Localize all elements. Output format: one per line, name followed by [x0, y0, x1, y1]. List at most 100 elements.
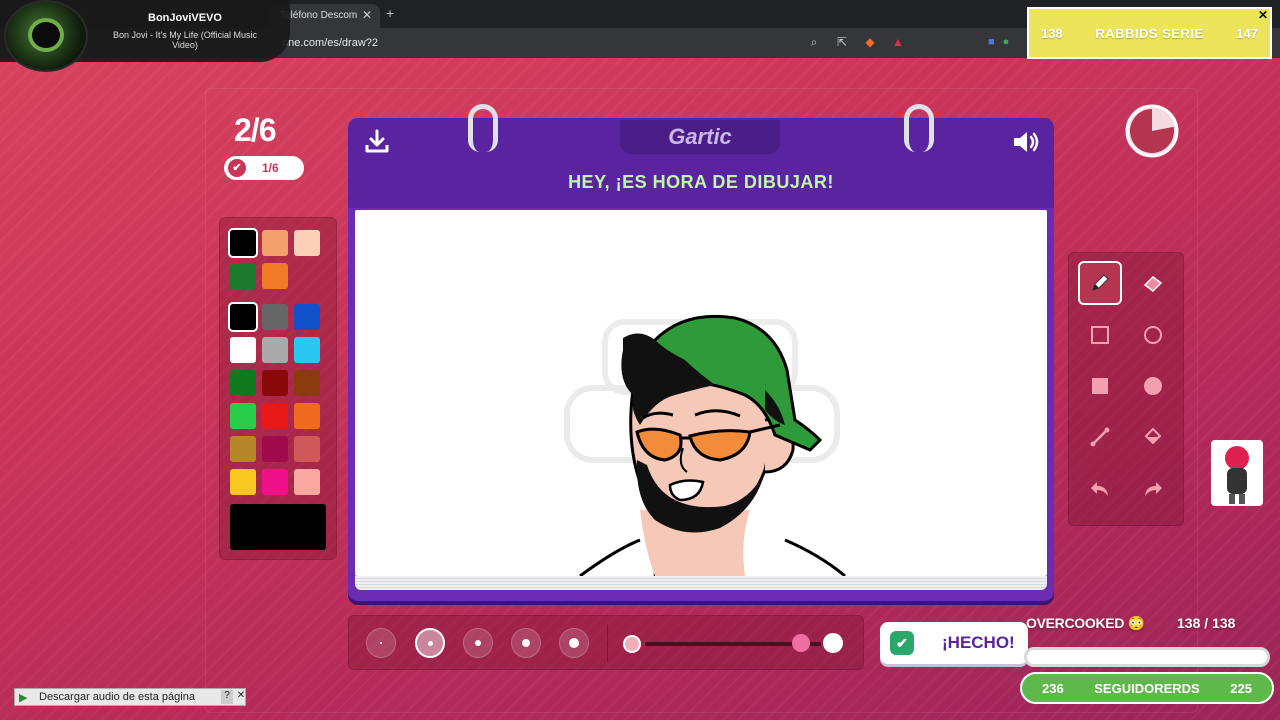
ellipse-tool[interactable] — [1131, 313, 1175, 357]
close-icon[interactable]: ✕ — [1258, 8, 1268, 22]
goal-widget: 138 RABBIDS SERIE 147 ✕ — [1027, 7, 1272, 59]
opacity-min-icon — [623, 635, 641, 653]
color-swatch[interactable] — [294, 469, 320, 495]
channel-avatar — [4, 0, 88, 72]
avatar-sticker — [1211, 440, 1263, 506]
done-button[interactable]: ✔ ¡HECHO! — [880, 622, 1028, 664]
check-icon: ✔ — [228, 159, 246, 177]
gartic-logo: Gartic — [620, 120, 780, 154]
color-swatch[interactable] — [230, 403, 256, 429]
recent-color-swatch[interactable] — [230, 230, 256, 256]
recent-color-swatch[interactable] — [262, 230, 288, 256]
recent-color-swatch[interactable] — [294, 230, 320, 256]
binder-ring-right — [904, 104, 934, 152]
board-header: Gartic HEY, ¡ES HORA DE DIBUJAR! — [348, 118, 1054, 208]
color-swatch[interactable] — [230, 337, 256, 363]
circle-fill-icon — [1144, 377, 1162, 395]
zoom-icon[interactable]: ⌕ — [806, 35, 822, 50]
brush-size-1[interactable] — [366, 628, 396, 658]
drawing-board: Gartic HEY, ¡ES HORA DE DIBUJAR! — [348, 104, 1054, 601]
now-playing-widget: BonJoviVEVO Bon Jovi - It's My Life (Off… — [0, 0, 290, 72]
color-swatch[interactable] — [230, 370, 256, 396]
timer-icon — [1125, 104, 1179, 158]
color-swatch[interactable] — [294, 436, 320, 462]
pencil-tool[interactable] — [1078, 261, 1122, 305]
volume-icon[interactable] — [1010, 128, 1042, 156]
pencil-icon — [1092, 274, 1109, 291]
color-swatch[interactable] — [294, 370, 320, 396]
binder-ring-left — [468, 104, 498, 152]
now-playing-title: Bon Jovi - It's My Life (Official Music … — [112, 30, 258, 50]
redo-button[interactable] — [1131, 467, 1175, 511]
download-audio-label: Descargar audio de esta página — [39, 691, 195, 703]
color-swatch[interactable] — [262, 337, 288, 363]
rectangle-outline-icon — [1091, 326, 1109, 344]
close-icon[interactable]: ✕ — [235, 690, 247, 704]
goal-target: 147 — [1236, 26, 1258, 41]
play-icon: ▶ — [19, 692, 28, 704]
brave-shield-icon[interactable]: ◆ — [862, 35, 878, 50]
color-swatch[interactable] — [294, 304, 320, 330]
opacity-slider-handle[interactable] — [792, 634, 810, 652]
overcooked-label: OVERCOOKED 😳 — [1026, 615, 1145, 631]
eraser-tool[interactable] — [1131, 261, 1175, 305]
tab-close-icon[interactable]: ✕ — [362, 8, 372, 22]
overcooked-count: 138 / 138 — [1177, 615, 1236, 631]
circle-outline-icon — [1144, 326, 1162, 344]
redo-icon — [1145, 482, 1162, 496]
download-icon[interactable] — [362, 128, 392, 156]
brush-size-4[interactable] — [511, 628, 541, 658]
extension-icon[interactable]: ■ — [988, 36, 995, 48]
players-done-count: 1/6 — [262, 161, 279, 175]
check-icon: ✔ — [890, 631, 914, 655]
tool-panel — [1068, 252, 1184, 526]
brush-size-2[interactable] — [415, 628, 445, 658]
share-icon[interactable]: ⇱ — [834, 35, 850, 50]
followers-target: 225 — [1230, 681, 1252, 696]
eraser-icon — [1143, 276, 1163, 292]
rectangle-tool[interactable] — [1078, 313, 1122, 357]
color-swatch[interactable] — [294, 337, 320, 363]
bucket-icon — [1144, 427, 1162, 445]
goal-label: RABBIDS SERIE — [1095, 26, 1204, 41]
download-audio-bar[interactable]: ▶ Descargar audio de esta página ? ✕ — [14, 688, 246, 706]
color-swatch[interactable] — [230, 469, 256, 495]
brush-size-3[interactable] — [463, 628, 493, 658]
rectangle-fill-icon — [1092, 378, 1108, 394]
color-swatch[interactable] — [230, 304, 256, 330]
new-tab-button[interactable]: + — [386, 5, 394, 21]
current-color-preview — [230, 504, 326, 550]
help-icon[interactable]: ? — [221, 690, 233, 704]
tab-title: Teléfono Descom — [280, 10, 358, 21]
canvas-pages — [355, 576, 1047, 590]
undo-button[interactable] — [1078, 467, 1122, 511]
recent-color-swatch[interactable] — [230, 263, 256, 289]
recent-color-swatch[interactable] — [262, 263, 288, 289]
players-done-badge: ✔ 1/6 — [224, 156, 304, 180]
line-tool[interactable] — [1078, 415, 1122, 459]
extension-icon-2[interactable]: ● — [1003, 36, 1010, 48]
filled-rectangle-tool[interactable] — [1078, 364, 1122, 408]
opacity-max-icon — [823, 633, 843, 653]
followers-goal: 236 SEGUIDORERDS 225 — [1020, 672, 1274, 704]
brush-settings-bar — [348, 615, 864, 670]
brave-rewards-icon[interactable]: ▲ — [890, 35, 906, 50]
brush-size-5[interactable] — [559, 628, 589, 658]
color-swatch[interactable] — [230, 436, 256, 462]
url-input[interactable]: one.com/es/draw?2 — [282, 37, 378, 49]
color-swatch[interactable] — [262, 304, 288, 330]
color-swatch[interactable] — [262, 403, 288, 429]
line-icon — [1090, 427, 1110, 447]
color-swatch[interactable] — [262, 370, 288, 396]
board-title: HEY, ¡ES HORA DE DIBUJAR! — [568, 172, 834, 192]
drawing-canvas[interactable] — [355, 210, 1047, 576]
color-swatch[interactable] — [294, 403, 320, 429]
color-palette — [219, 217, 337, 560]
overcooked-progress-bar — [1024, 647, 1270, 667]
done-button-label: ¡HECHO! — [942, 633, 1015, 652]
drawing — [564, 314, 846, 576]
filled-ellipse-tool[interactable] — [1131, 364, 1175, 408]
color-swatch[interactable] — [262, 469, 288, 495]
fill-tool[interactable] — [1131, 415, 1175, 459]
color-swatch[interactable] — [262, 436, 288, 462]
